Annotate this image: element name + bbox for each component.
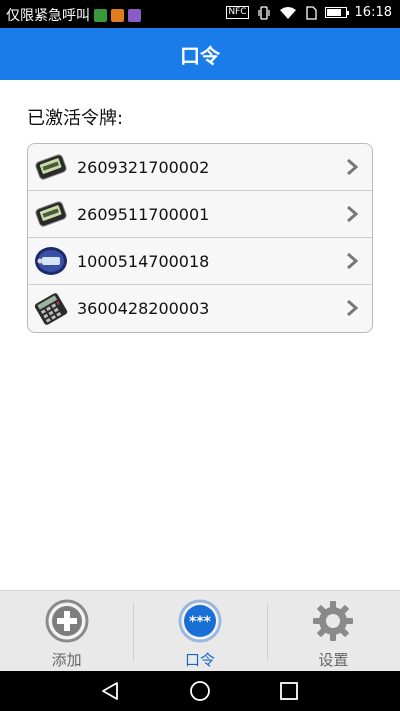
token-list: 2609321700002 2609511700001 100051470001… [27,143,373,333]
token-row[interactable]: 2609511700001 [28,191,372,238]
sms-app-icon [94,8,107,22]
lcd-token-icon [33,149,69,185]
sim-icon [305,5,317,20]
calculator-token-icon [33,291,69,327]
wifi-icon [279,6,296,19]
chevron-right-icon [347,299,358,317]
tab-settings[interactable]: 设置 [266,591,400,671]
tab-bar: 添加 *** 口令 设置 [0,590,400,671]
purple-app-icon [128,8,141,22]
tab-add[interactable]: 添加 [0,591,133,671]
app-header: 口令 [0,28,400,80]
keyfob-token-icon [33,243,69,279]
chevron-right-icon [347,205,358,223]
plus-icon [45,599,89,643]
tab-label: 设置 [318,651,349,669]
section-title: 已激活令牌: [27,108,124,129]
token-row[interactable]: 3600428200003 [28,285,372,332]
chevron-right-icon [347,252,358,270]
home-icon[interactable] [188,679,212,703]
navigation-bar [0,671,400,711]
vibrate-icon [257,5,270,20]
svg-text:***: *** [189,614,212,630]
token-serial: 2609511700001 [77,204,210,224]
token-serial: 2609321700002 [77,157,210,177]
token-serial: 3600428200003 [77,299,210,318]
token-row[interactable]: 2609321700002 [28,144,372,191]
tab-password[interactable]: *** 口令 [133,591,266,671]
page-title: 口令 [180,43,220,68]
carrier-text: 仅限紧急呼叫 [6,8,90,24]
password-dots-icon: *** [178,599,222,643]
token-serial: 1000514700018 [77,251,210,271]
recents-icon[interactable] [277,679,301,703]
battery-icon [324,7,349,18]
status-bar: 仅限紧急呼叫 NFC 16:18 [0,0,400,28]
back-icon[interactable] [98,679,122,703]
tab-label: 口令 [184,651,215,669]
orange-app-icon [111,8,124,22]
lcd-token-icon [33,196,69,232]
status-time: 16:18 [354,5,392,20]
tab-label: 添加 [51,651,82,669]
chevron-right-icon [347,158,358,176]
nfc-icon: NFC [226,6,249,19]
token-row[interactable]: 1000514700018 [28,238,372,285]
gear-icon [313,601,354,641]
